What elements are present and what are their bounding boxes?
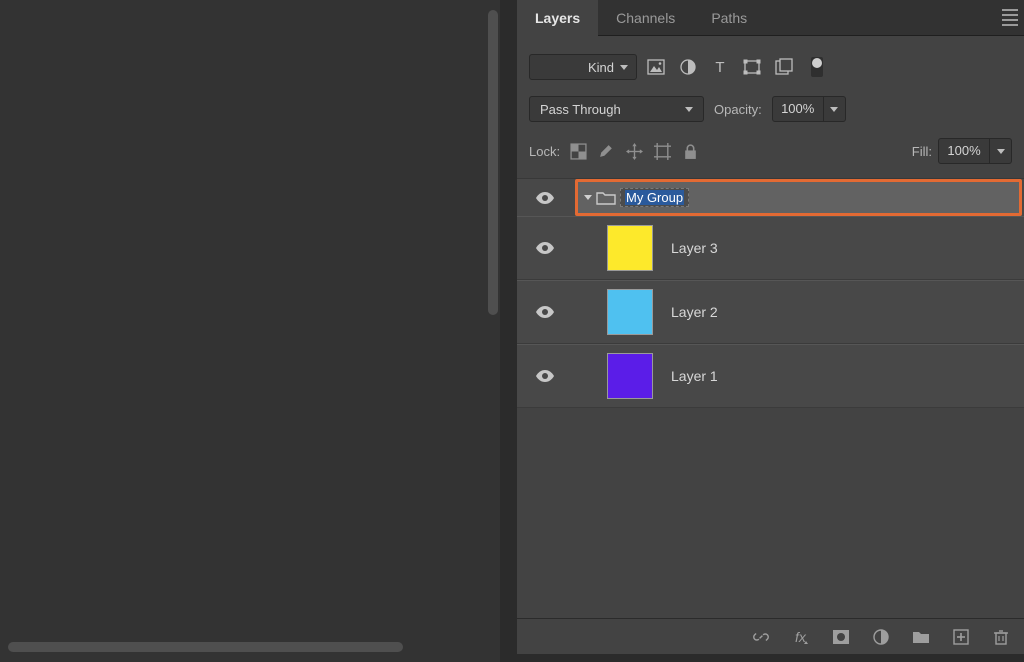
lock-row: Lock: Fill: 100% [517, 130, 1024, 178]
filter-type-icons: T [647, 57, 823, 77]
chevron-down-icon [620, 65, 628, 70]
vertical-scrollbar[interactable] [488, 10, 498, 315]
panel-gutter [500, 0, 517, 662]
layer-thumbnail[interactable] [607, 353, 653, 399]
new-layer-icon[interactable] [952, 628, 970, 646]
blend-row: Pass Through Opacity: 100% [517, 88, 1024, 130]
layer-effects-icon[interactable]: fx [792, 628, 810, 646]
group-name-input[interactable]: My Group [620, 188, 689, 207]
opacity-dropdown[interactable] [824, 96, 846, 122]
layers-list: My Group Layer 3 Layer 2 Layer 1 [517, 178, 1024, 408]
filter-smartobject-icon[interactable] [775, 58, 793, 76]
search-icon [538, 45, 582, 89]
blend-mode-select[interactable]: Pass Through [529, 96, 704, 122]
opacity-value[interactable]: 100% [772, 96, 824, 122]
filter-kind-select[interactable]: Kind [529, 54, 637, 80]
lock-transparency-icon[interactable] [570, 143, 587, 160]
expand-arrow-icon[interactable] [584, 195, 592, 200]
layer-name[interactable]: Layer 2 [671, 304, 718, 320]
filter-adjustment-icon[interactable] [679, 58, 697, 76]
panel-tabs: Layers Channels Paths [517, 0, 1024, 36]
fill-value[interactable]: 100% [938, 138, 990, 164]
tab-paths[interactable]: Paths [693, 0, 765, 36]
adjustment-layer-icon[interactable] [872, 628, 890, 646]
horizontal-scrollbar[interactable] [8, 642, 403, 652]
blend-mode-value: Pass Through [540, 102, 685, 117]
fill-dropdown[interactable] [990, 138, 1012, 164]
empty-area [517, 408, 1024, 618]
opacity-label: Opacity: [714, 102, 762, 117]
layer-mask-icon[interactable] [832, 628, 850, 646]
filter-row: Kind T [517, 36, 1024, 88]
lock-label: Lock: [529, 144, 560, 159]
lock-pixels-icon[interactable] [598, 143, 615, 160]
filter-toggle[interactable] [811, 57, 823, 77]
filter-pixel-icon[interactable] [647, 58, 665, 76]
layer-thumbnail[interactable] [607, 225, 653, 271]
tab-channels[interactable]: Channels [598, 0, 693, 36]
group-row[interactable]: My Group [575, 179, 1022, 216]
filter-type-icon[interactable]: T [711, 58, 729, 76]
layers-bottom-toolbar: fx [517, 618, 1024, 654]
fill-label: Fill: [912, 144, 932, 159]
lock-artboard-icon[interactable] [654, 143, 671, 160]
layer-visibility-toggle[interactable] [517, 241, 573, 255]
layer-name[interactable]: Layer 3 [671, 240, 718, 256]
layer-visibility-toggle[interactable] [517, 305, 573, 319]
lock-all-icon[interactable] [682, 143, 699, 160]
svg-text:T: T [715, 59, 724, 76]
layer-thumbnail[interactable] [607, 289, 653, 335]
folder-icon [596, 190, 616, 205]
chevron-down-icon [997, 149, 1005, 154]
link-layers-icon[interactable] [752, 628, 770, 646]
delete-layer-icon[interactable] [992, 628, 1010, 646]
layer-row[interactable]: Layer 3 [517, 216, 1024, 280]
layer-visibility-toggle[interactable] [517, 369, 573, 383]
chevron-down-icon [830, 107, 838, 112]
chevron-down-icon [685, 107, 693, 112]
filter-kind-label: Kind [588, 60, 614, 75]
layer-row[interactable]: Layer 2 [517, 280, 1024, 344]
filter-shape-icon[interactable] [743, 58, 761, 76]
tab-layers[interactable]: Layers [517, 0, 598, 36]
group-visibility-toggle[interactable] [517, 191, 573, 205]
layer-row[interactable]: Layer 1 [517, 344, 1024, 408]
panel-menu-icon[interactable] [1002, 9, 1024, 26]
layer-name[interactable]: Layer 1 [671, 368, 718, 384]
layers-panel: Layers Channels Paths Kind T Pass Throug… [517, 0, 1024, 662]
lock-position-icon[interactable] [626, 143, 643, 160]
canvas-area[interactable] [0, 0, 500, 662]
new-group-icon[interactable] [912, 628, 930, 646]
